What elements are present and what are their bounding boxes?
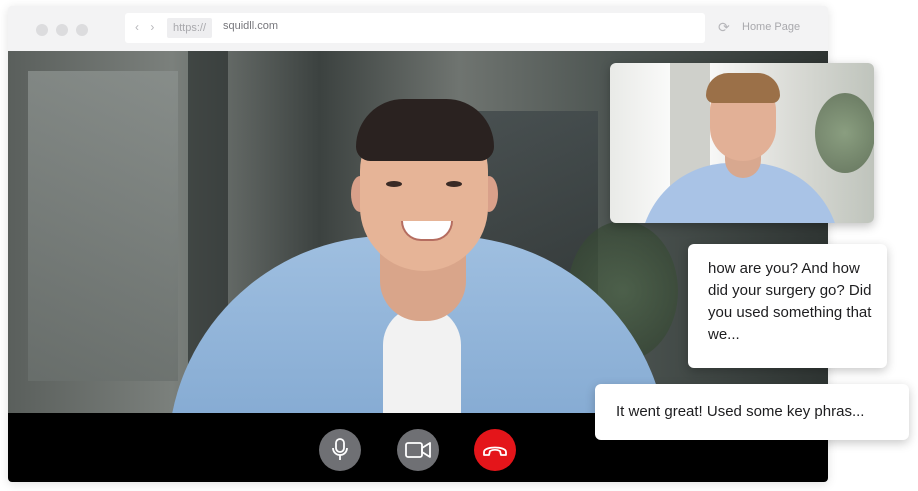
video-camera-icon <box>405 442 431 458</box>
browser-titlebar: ‹ › https:// squidll.com ⟳ Home Page <box>8 6 828 51</box>
window-maximize-dot[interactable] <box>76 24 88 36</box>
caller-eye-right <box>446 181 462 187</box>
window-minimize-dot[interactable] <box>56 24 68 36</box>
hangup-button[interactable] <box>474 429 516 471</box>
outgoing-message-text: It went great! Used some key phras... <box>616 403 865 420</box>
mic-button[interactable] <box>319 429 361 471</box>
back-forward-icon[interactable]: ‹ › <box>135 20 158 34</box>
self-hair <box>706 73 780 103</box>
window-close-dot[interactable] <box>36 24 48 36</box>
caller-hair <box>356 99 494 161</box>
chat-bubble-outgoing: It went great! Used some key phras... <box>595 384 909 440</box>
caller-eye-left <box>386 181 402 187</box>
chat-bubble-incoming: how are you? And how did your surgery go… <box>688 244 887 368</box>
url-domain[interactable]: squidll.com <box>223 20 278 32</box>
address-bar[interactable]: ‹ › https:// squidll.com <box>125 13 705 43</box>
pip-background-plant <box>815 93 874 173</box>
protocol-label: https:// <box>167 18 213 38</box>
background-window <box>28 71 178 381</box>
caller-undershirt <box>383 306 461 413</box>
reload-icon[interactable]: ⟳ <box>718 19 730 36</box>
incoming-message-text: how are you? And how did your surgery go… <box>708 260 872 343</box>
camera-button[interactable] <box>397 429 439 471</box>
home-page-link[interactable]: Home Page <box>742 21 800 33</box>
self-view-video[interactable] <box>610 63 874 223</box>
phone-hangup-icon <box>483 446 507 456</box>
microphone-icon <box>332 438 348 460</box>
